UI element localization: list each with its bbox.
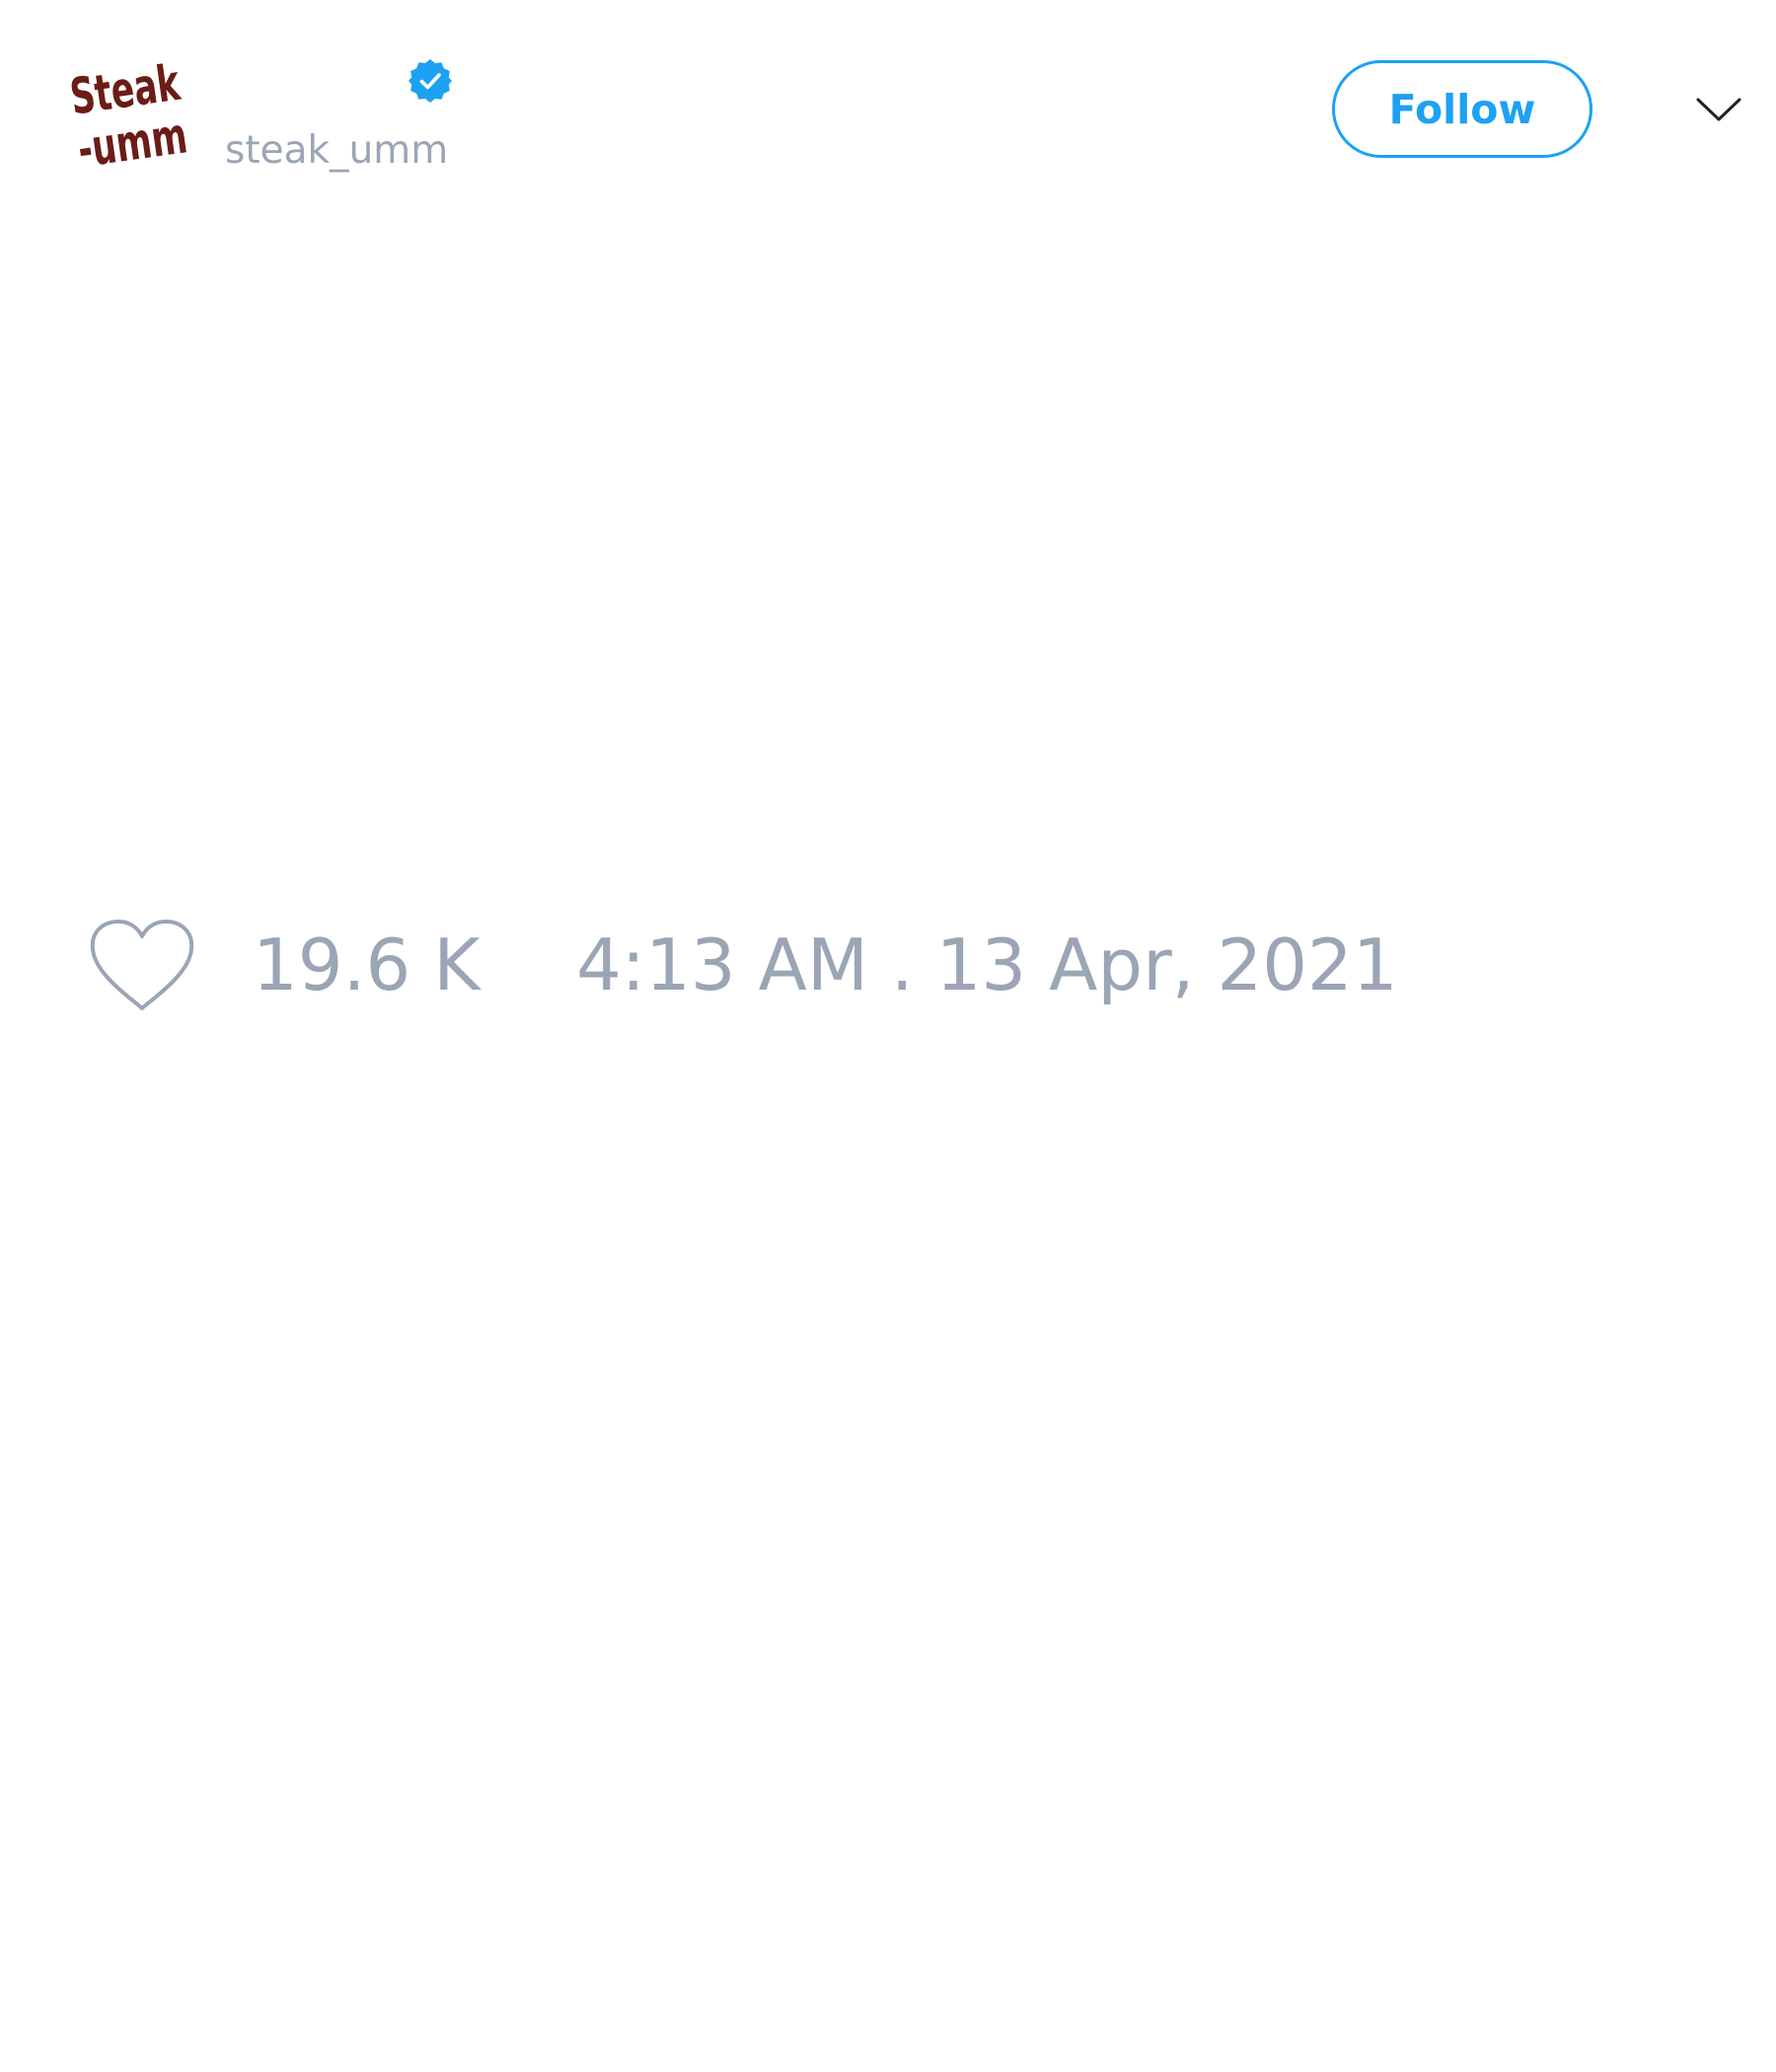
author-handle[interactable]: steak_umm (225, 124, 448, 178)
chevron-down-icon[interactable] (1695, 95, 1742, 124)
tweet-timestamp[interactable]: 4:13 AM . 13 Apr, 2021 (576, 925, 1398, 1004)
avatar[interactable]: Steak -umm (54, 39, 202, 187)
follow-button[interactable]: Follow (1332, 60, 1592, 158)
like-button[interactable] (89, 918, 195, 1014)
like-count: 19.6 K (253, 924, 481, 1006)
verified-badge-icon (407, 57, 454, 105)
heart-icon (90, 920, 194, 1010)
steak-umm-logo: Steak -umm (67, 54, 191, 180)
